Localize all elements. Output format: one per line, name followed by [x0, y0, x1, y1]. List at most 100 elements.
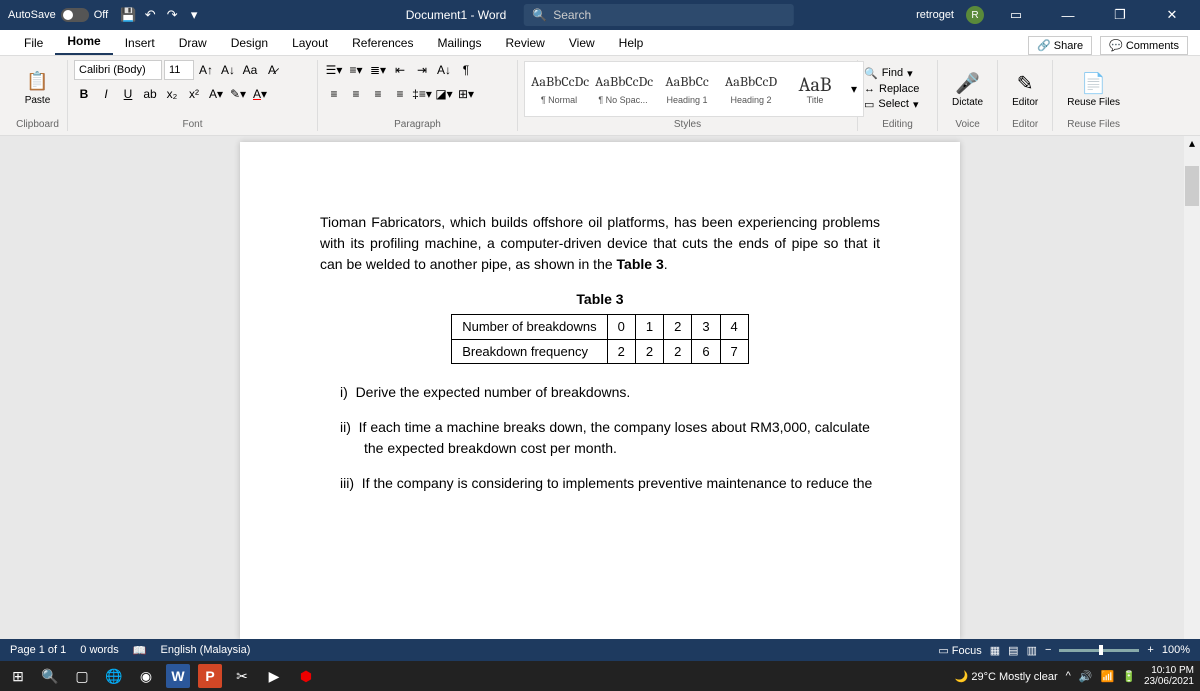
tab-mailings[interactable]: Mailings	[425, 31, 493, 55]
toggle-switch-icon[interactable]	[61, 8, 89, 22]
tab-design[interactable]: Design	[219, 31, 280, 55]
align-right-icon[interactable]: ≡	[368, 84, 388, 104]
battery-icon[interactable]: 🔋	[1122, 670, 1136, 683]
style-nospacing[interactable]: AaBbCcDc¶ No Spac...	[595, 73, 651, 105]
tab-help[interactable]: Help	[607, 31, 656, 55]
scroll-thumb[interactable]	[1185, 166, 1199, 206]
line-spacing-icon[interactable]: ‡≡▾	[412, 84, 432, 104]
editor-button[interactable]: ✎Editor	[1004, 65, 1046, 112]
print-layout-icon[interactable]: ▤	[1008, 644, 1018, 657]
page-canvas[interactable]: Tioman Fabricators, which builds offshor…	[240, 142, 960, 639]
share-button[interactable]: 🔗 Share	[1028, 36, 1092, 55]
zoom-in-icon[interactable]: +	[1147, 644, 1153, 656]
clock[interactable]: 10:10 PM 23/06/2021	[1144, 665, 1194, 687]
shrink-font-icon[interactable]: A↓	[218, 60, 238, 80]
tab-review[interactable]: Review	[494, 31, 557, 55]
clear-format-icon[interactable]: A̷	[262, 60, 282, 80]
zoom-out-icon[interactable]: −	[1045, 644, 1051, 656]
edge-icon[interactable]: 🌐	[102, 664, 126, 688]
styles-gallery[interactable]: AaBbCcDc¶ Normal AaBbCcDc¶ No Spac... Aa…	[524, 61, 864, 117]
superscript-button[interactable]: x²	[184, 84, 204, 104]
focus-mode-button[interactable]: ▭ Focus	[938, 644, 981, 657]
find-button[interactable]: 🔍 Find ▾	[864, 67, 919, 80]
word-icon[interactable]: W	[166, 664, 190, 688]
undo-icon[interactable]: ↶	[142, 7, 158, 23]
italic-button[interactable]: I	[96, 84, 116, 104]
save-icon[interactable]: 💾	[120, 7, 136, 23]
autosave-toggle[interactable]: AutoSave Off	[8, 8, 108, 22]
increase-indent-icon[interactable]: ⇥	[412, 60, 432, 80]
language-indicator[interactable]: English (Malaysia)	[161, 644, 251, 656]
weather-widget[interactable]: 🌙 29°C Mostly clear	[955, 670, 1058, 683]
wifi-icon[interactable]: 📶	[1101, 670, 1115, 683]
page-indicator[interactable]: Page 1 of 1	[10, 644, 66, 656]
scroll-up-icon[interactable]: ▴	[1184, 136, 1200, 150]
snip-icon[interactable]: ✂	[230, 664, 254, 688]
powerpoint-icon[interactable]: P	[198, 664, 222, 688]
tab-insert[interactable]: Insert	[113, 31, 167, 55]
vertical-scrollbar[interactable]: ▴	[1184, 136, 1200, 639]
search-taskbar-icon[interactable]: 🔍	[38, 664, 62, 688]
zoom-level[interactable]: 100%	[1162, 644, 1190, 656]
start-icon[interactable]: ⊞	[6, 664, 30, 688]
dictate-button[interactable]: 🎤Dictate	[944, 65, 991, 112]
style-heading1[interactable]: AaBbCcHeading 1	[659, 73, 715, 105]
strikethrough-button[interactable]: ab	[140, 84, 160, 104]
subscript-button[interactable]: x₂	[162, 84, 182, 104]
zoom-slider[interactable]	[1059, 649, 1139, 652]
font-name-select[interactable]	[74, 60, 162, 80]
change-case-icon[interactable]: Aa	[240, 60, 260, 80]
word-count[interactable]: 0 words	[80, 644, 119, 656]
bold-button[interactable]: B	[74, 84, 94, 104]
sort-icon[interactable]: A↓	[434, 60, 454, 80]
highlight-icon[interactable]: ✎▾	[228, 84, 248, 104]
bullets-icon[interactable]: ☰▾	[324, 60, 344, 80]
redo-icon[interactable]: ↷	[164, 7, 180, 23]
underline-button[interactable]: U	[118, 84, 138, 104]
media-icon[interactable]: ▶	[262, 664, 286, 688]
paste-icon[interactable]: 📋	[26, 71, 48, 92]
tab-layout[interactable]: Layout	[280, 31, 340, 55]
sound-icon[interactable]: 🔊	[1079, 670, 1093, 683]
grow-font-icon[interactable]: A↑	[196, 60, 216, 80]
reuse-files-button[interactable]: 📄Reuse Files	[1059, 65, 1128, 112]
tab-draw[interactable]: Draw	[167, 31, 219, 55]
read-mode-icon[interactable]: ▦	[990, 644, 1000, 657]
numbering-icon[interactable]: ≡▾	[346, 60, 366, 80]
customize-qat-icon[interactable]: ▾	[186, 7, 202, 23]
multilevel-icon[interactable]: ≣▾	[368, 60, 388, 80]
shading-icon[interactable]: ◪▾	[434, 84, 454, 104]
style-normal[interactable]: AaBbCcDc¶ Normal	[531, 73, 587, 105]
search-box[interactable]: 🔍 Search	[524, 4, 794, 26]
web-layout-icon[interactable]: ▥	[1027, 644, 1037, 657]
style-title[interactable]: AaBTitle	[787, 73, 843, 105]
justify-icon[interactable]: ≡	[390, 84, 410, 104]
tab-references[interactable]: References	[340, 31, 425, 55]
decrease-indent-icon[interactable]: ⇤	[390, 60, 410, 80]
tray-chevron-icon[interactable]: ^	[1066, 670, 1071, 682]
align-left-icon[interactable]: ≡	[324, 84, 344, 104]
user-avatar[interactable]: R	[966, 6, 984, 24]
borders-icon[interactable]: ⊞▾	[456, 84, 476, 104]
text-effects-icon[interactable]: A▾	[206, 84, 226, 104]
tab-home[interactable]: Home	[55, 29, 112, 55]
taskview-icon[interactable]: ▢	[70, 664, 94, 688]
minimize-icon[interactable]: —	[1048, 8, 1088, 23]
spellcheck-icon[interactable]: 📖	[133, 644, 147, 657]
replace-button[interactable]: ↔ Replace	[864, 83, 919, 95]
select-button[interactable]: ▭ Select ▾	[864, 98, 919, 111]
close-icon[interactable]: ✕	[1152, 7, 1192, 23]
styles-more-icon[interactable]: ▾	[851, 82, 857, 96]
chrome-icon[interactable]: ◉	[134, 664, 158, 688]
comments-button[interactable]: 💬 Comments	[1100, 36, 1188, 55]
ribbon-options-icon[interactable]: ▭	[996, 7, 1036, 23]
tab-view[interactable]: View	[557, 31, 607, 55]
font-color-icon[interactable]: A▾	[250, 84, 270, 104]
tab-file[interactable]: File	[12, 31, 55, 55]
align-center-icon[interactable]: ≡	[346, 84, 366, 104]
style-heading2[interactable]: AaBbCcDHeading 2	[723, 73, 779, 105]
show-marks-icon[interactable]: ¶	[456, 60, 476, 80]
maximize-icon[interactable]: ❐	[1100, 7, 1140, 23]
font-size-select[interactable]	[164, 60, 194, 80]
acrobat-icon[interactable]: ⬢	[294, 664, 318, 688]
